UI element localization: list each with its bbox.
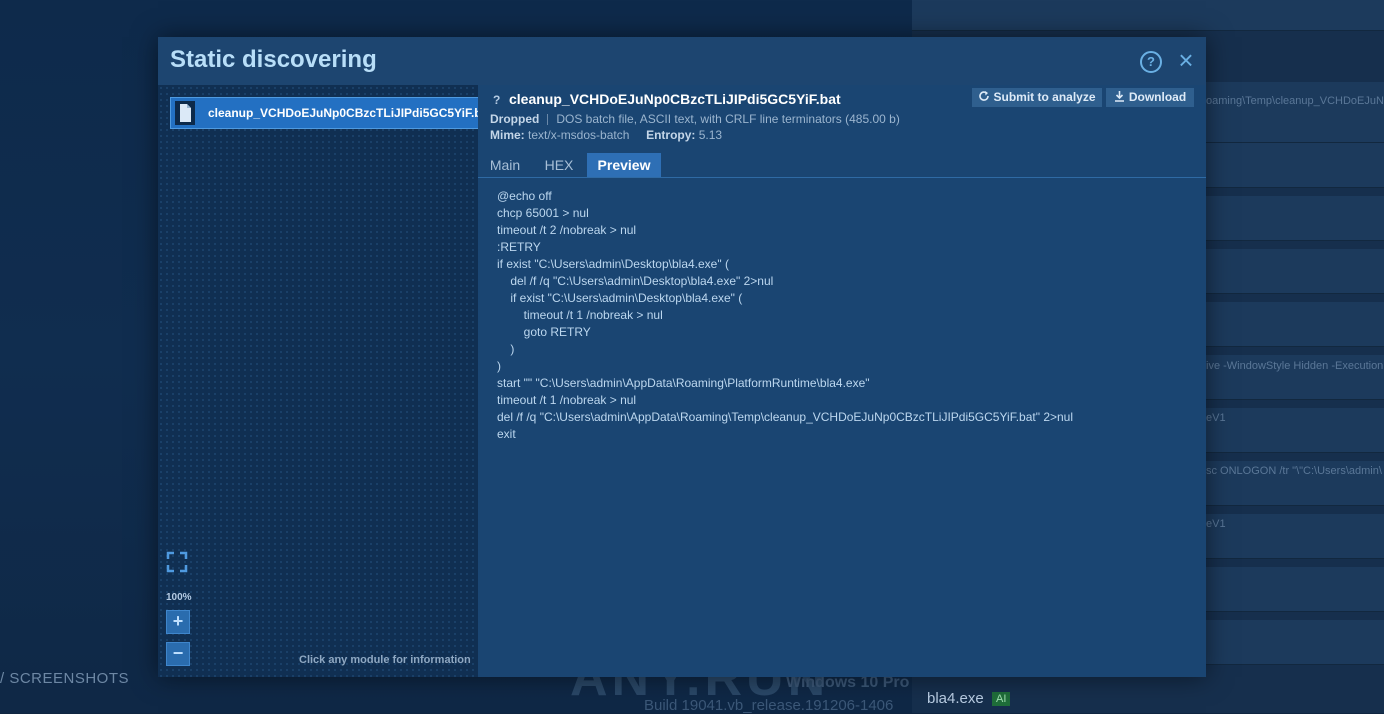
static-discovering-modal: Static discovering ? × cleanup_VCHDoEJuN… (158, 37, 1206, 677)
file-details-panel: ? cleanup_VCHDoEJuNp0CBzcTLiJIPdi5GC5YiF… (478, 85, 1206, 677)
code-line: timeout /t 1 /nobreak > nul (497, 393, 637, 407)
code-line: exit (497, 427, 516, 441)
code-line: goto RETRY (497, 325, 591, 339)
bg-build-label: Build 19041.vb_release.191206-1406 (644, 697, 894, 714)
code-line: timeout /t 1 /nobreak > nul (497, 308, 663, 322)
code-line: ) (497, 342, 515, 356)
bg-row-text: oaming\Temp\cleanup_VCHDoEJuN (1206, 95, 1384, 107)
file-type-line: Dropped DOS batch file, ASCII text, with … (490, 112, 900, 126)
file-node[interactable]: cleanup_VCHDoEJuNp0CBzcTLiJIPdi5GC5YiF.b… (170, 97, 492, 129)
bg-row-text: eV1 (1206, 518, 1226, 530)
help-circle-icon[interactable]: ? (1140, 51, 1162, 73)
zoom-out-button[interactable]: − (166, 642, 190, 666)
bg-row-text: sc ONLOGON /tr "\"C:\Users\admin\ (1206, 465, 1382, 477)
modal-title: Static discovering (170, 46, 377, 73)
code-line: chcp 65001 > nul (497, 206, 589, 220)
code-line: start "" "C:\Users\admin\AppData\Roaming… (497, 376, 870, 390)
code-line: del /f /q "C:\Users\admin\AppData\Roamin… (497, 410, 1074, 424)
code-line: if exist "C:\Users\admin\Desktop\bla4.ex… (497, 257, 729, 271)
tab-preview[interactable]: Preview (587, 153, 661, 177)
file-status: Dropped (490, 112, 540, 126)
zoom-in-button[interactable]: + (166, 610, 190, 634)
bg-row (912, 0, 1384, 31)
entropy-label: Entropy: (646, 128, 696, 142)
code-line: ) (497, 359, 501, 373)
file-mime-line: Mime: text/x-msdos-batch Entropy: 5.13 (490, 128, 722, 142)
file-preview[interactable]: @echo off chcp 65001 > nul timeout /t 2 … (497, 188, 1197, 668)
download-button[interactable]: Download (1106, 88, 1194, 107)
unknown-verdict-icon: ? (493, 93, 501, 107)
tab-main[interactable]: Main (478, 153, 532, 177)
bg-row-text: ive -WindowStyle Hidden -ExecutionP (1206, 360, 1384, 372)
zoom-level: 100% (166, 592, 192, 603)
file-icon (175, 101, 195, 125)
code-line: @echo off (497, 189, 552, 203)
mime-value: text/x-msdos-batch (528, 128, 630, 142)
module-graph-panel[interactable]: cleanup_VCHDoEJuNp0CBzcTLiJIPdi5GC5YiF.b… (158, 85, 492, 677)
bg-process-name[interactable]: bla4.exe (927, 690, 984, 707)
mime-label: Mime: (490, 128, 525, 142)
code-line: :RETRY (497, 240, 541, 254)
fullscreen-icon[interactable] (166, 551, 188, 573)
entropy-value: 5.13 (698, 128, 723, 142)
refresh-icon (979, 91, 990, 101)
submit-label: Submit to analyze (993, 90, 1096, 104)
file-node-label: cleanup_VCHDoEJuNp0CBzcTLiJIPdi5GC5YiF.b… (208, 106, 493, 120)
detail-tabs: Main HEX Preview (478, 153, 1206, 178)
code-line: del /f /q "C:\Users\admin\Desktop\bla4.e… (497, 274, 774, 288)
file-type: DOS batch file, ASCII text, with CRLF li… (556, 112, 900, 126)
bg-ai-badge: AI (992, 692, 1011, 706)
bg-screenshots-label: / SCREENSHOTS (0, 670, 130, 687)
code-line: timeout /t 2 /nobreak > nul (497, 223, 637, 237)
modal-header: Static discovering ? × (158, 37, 1206, 86)
hint-text: Click any module for information (299, 654, 471, 666)
bg-row-text: eV1 (1206, 412, 1226, 424)
code-line: if exist "C:\Users\admin\Desktop\bla4.ex… (497, 291, 743, 305)
download-label: Download (1128, 90, 1187, 104)
close-icon[interactable]: × (1176, 47, 1196, 73)
submit-to-analyze-button[interactable]: Submit to analyze (972, 88, 1102, 107)
download-icon (1114, 91, 1124, 102)
tab-hex[interactable]: HEX (533, 153, 585, 177)
file-name: cleanup_VCHDoEJuNp0CBzcTLiJIPdi5GC5YiF.b… (509, 91, 841, 107)
